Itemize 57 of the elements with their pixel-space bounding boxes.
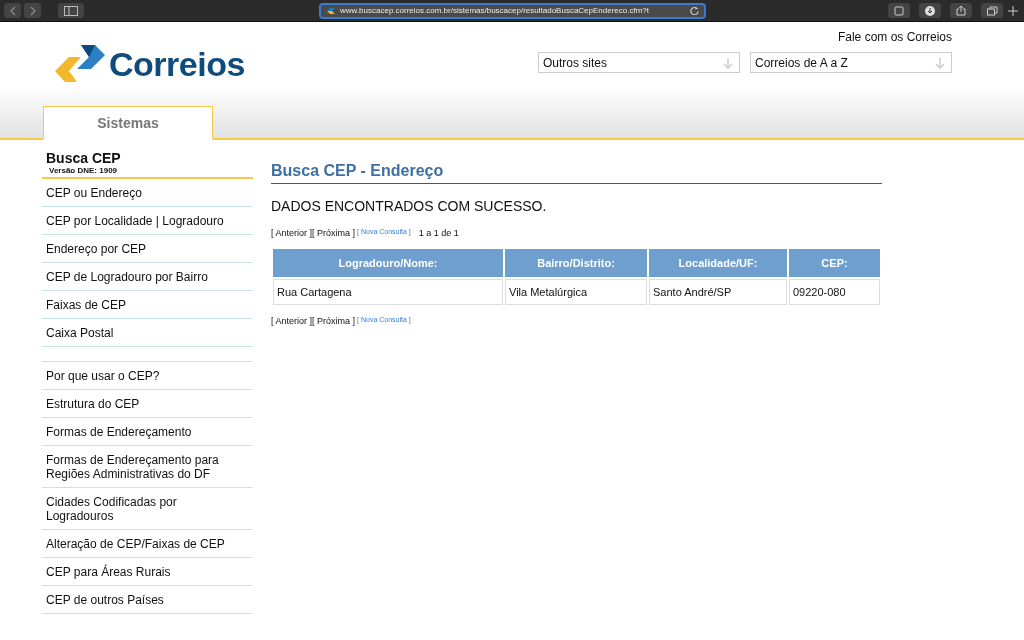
sidebar-link[interactable]: Faixas de CEP <box>42 291 253 319</box>
new-tab-button[interactable] <box>1006 5 1020 16</box>
sidebar-link[interactable]: CEP ou Endereço <box>42 179 253 207</box>
sidebar-link[interactable]: CEP de Logradouro por Bairro <box>42 263 253 291</box>
logo-icon <box>55 45 105 83</box>
sidebar-title: Busca CEP <box>46 150 122 166</box>
sidebar-link[interactable]: Formas de Endereçamento para Regiões Administrativas do DF <box>42 446 253 488</box>
sidebar-link[interactable]: CEP de outros Países <box>42 586 253 614</box>
download-icon <box>925 5 935 16</box>
sidebar-link[interactable]: CEP por Localidade | Logradouro <box>42 207 253 235</box>
tab[interactable]: Sistemas <box>43 106 213 140</box>
back-button[interactable] <box>4 3 21 18</box>
reload-icon <box>690 6 699 15</box>
arrow-down-icon <box>722 56 734 69</box>
download-button[interactable] <box>919 3 941 18</box>
sidebar-button[interactable] <box>58 3 84 18</box>
address-bar[interactable]: www.buscacep.correios.com.br/sistemas/buscacep/resultadoBuscaCepEndereco.cfm?t <box>319 2 706 19</box>
logo-text: Correios <box>109 44 245 84</box>
sidebar-link[interactable]: Caixa Postal <box>42 319 253 347</box>
share-icon <box>956 5 966 16</box>
plus-icon <box>1008 5 1018 16</box>
table-cell: Vila Metalúrgica <box>505 279 647 305</box>
sidebar-link[interactable]: Formas de Endereçamento <box>42 418 253 446</box>
column-header: Localidade/UF: <box>649 249 787 277</box>
table-cell: Santo André/SP <box>649 279 787 305</box>
site-icon <box>326 5 336 16</box>
table-cell: 09220-080 <box>789 279 880 305</box>
reader-button[interactable] <box>888 3 910 18</box>
sidebar-icon <box>64 5 78 16</box>
chevron-right-icon <box>28 5 37 16</box>
url-text: www.buscacep.correios.com.br/sistemas/buscacep/resultadoBuscaCepEndereco.cfm?t <box>340 6 651 15</box>
share-button[interactable] <box>950 3 972 18</box>
sidebar-link[interactable]: Por que usar o CEP? <box>42 362 253 390</box>
chevron-left-icon <box>8 5 17 16</box>
forward-button[interactable] <box>24 3 41 18</box>
sidebar-link[interactable]: Estrutura do CEP <box>42 390 253 418</box>
tabs-icon <box>986 5 998 16</box>
status-message: DADOS ENCONTRADOS COM SUCESSO. <box>271 198 548 214</box>
page-heading: Busca CEP - Endereço <box>271 162 882 184</box>
contact-link[interactable]: Fale com os Correios <box>837 30 952 44</box>
column-header: Bairro/Distrito: <box>505 249 647 277</box>
arrow-down-icon <box>934 56 946 69</box>
sidebar-link[interactable]: Alteração de CEP/Faixas de CEP <box>42 530 253 558</box>
version-label: Versão DNE: 1909 <box>49 166 119 175</box>
column-header: Logradouro/Nome: <box>273 249 503 277</box>
next-link[interactable]: [ Próxima ] <box>312 228 356 238</box>
result-count: 1 a 1 de 1 <box>418 228 459 238</box>
dropdown[interactable]: Outros sites <box>538 52 740 73</box>
sidebar-link[interactable]: CEP para Áreas Rurais <box>42 558 253 586</box>
table-cell: Rua Cartagena <box>273 279 503 305</box>
page-icon <box>894 5 904 16</box>
tabs-button[interactable] <box>981 3 1003 18</box>
sidebar-link[interactable]: Cidades Codificadas por Logradouros <box>42 488 253 530</box>
next-link[interactable]: [ Próxima ] <box>312 316 356 326</box>
dropdown[interactable]: Correios de A a Z <box>750 52 952 73</box>
sidebar-link[interactable]: Endereço por CEP <box>42 235 253 263</box>
column-header: CEP: <box>789 249 880 277</box>
